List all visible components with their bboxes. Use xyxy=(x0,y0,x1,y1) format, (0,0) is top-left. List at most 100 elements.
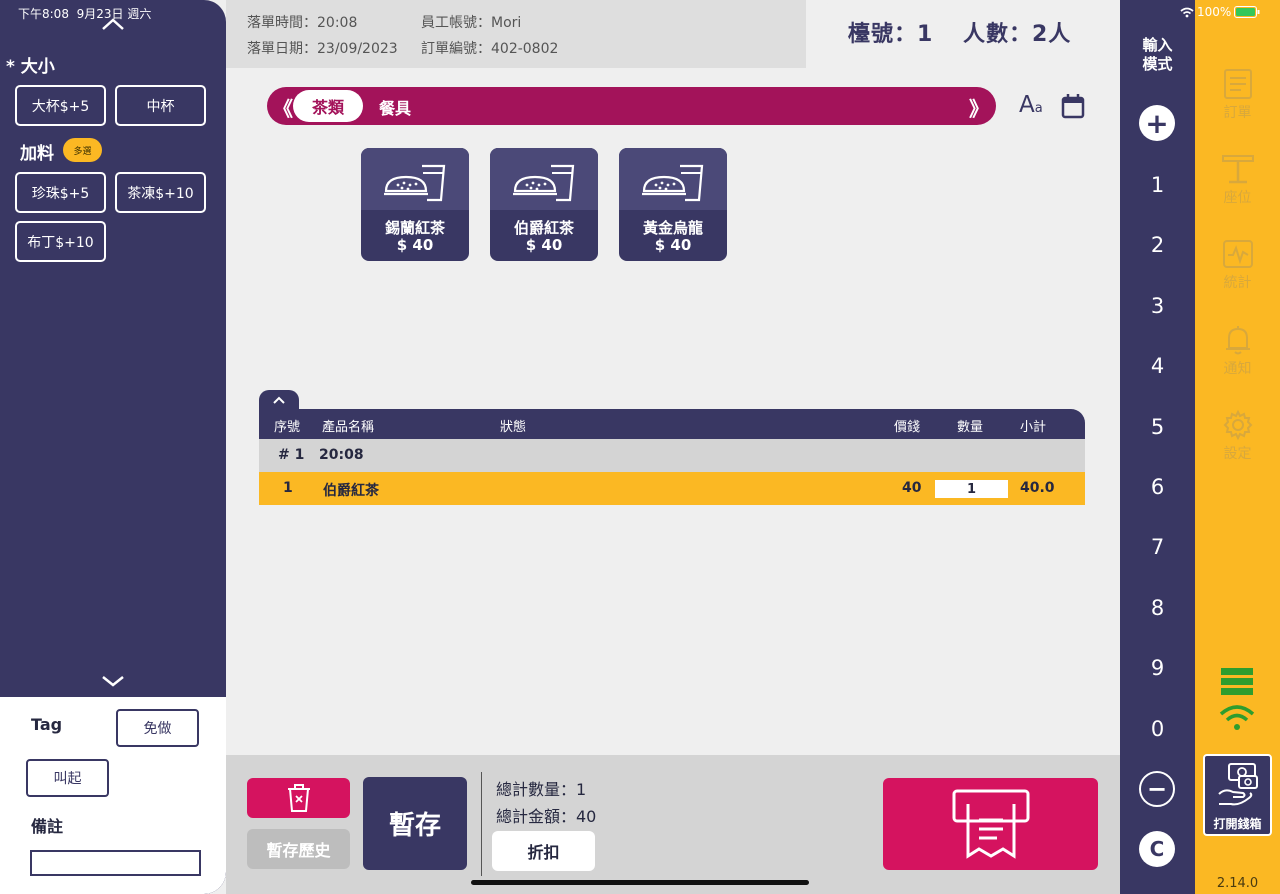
bell-icon xyxy=(1225,326,1250,355)
menu-notify-label: 通知 xyxy=(1223,361,1252,377)
key-1[interactable]: 1 xyxy=(1120,173,1195,197)
menu-seat-label: 座位 xyxy=(1223,190,1252,206)
font-size-icon[interactable]: Aa xyxy=(1019,92,1043,118)
trash-icon xyxy=(287,784,310,812)
meal-drink-icon xyxy=(513,164,575,202)
input-mode-label[interactable]: 輸入 模式 xyxy=(1120,36,1195,74)
size-title: * 大小 xyxy=(6,57,55,77)
product-name: 錫蘭紅茶 xyxy=(384,219,445,237)
row-price: 40 xyxy=(902,480,922,496)
number-keypad: 輸入 模式 + 1 2 3 4 5 6 7 8 9 0 − C xyxy=(1120,0,1195,894)
category-bar: 《 茶類 餐具 》 xyxy=(267,87,996,125)
col-status: 狀態 xyxy=(500,420,527,435)
group-number: # 1 xyxy=(278,447,305,463)
cashbox-label: 打開錢箱 xyxy=(1213,817,1262,831)
order-group-row[interactable]: # 1 20:08 xyxy=(259,439,1085,472)
meal-drink-icon xyxy=(642,164,704,202)
key-9[interactable]: 9 xyxy=(1120,656,1195,680)
menu-stats-label: 統計 xyxy=(1223,275,1252,291)
multi-select-badge: 多選 xyxy=(63,138,102,162)
tag-call-button[interactable]: 叫起 xyxy=(26,759,109,797)
product-card-ceylon[interactable]: 錫蘭紅茶 $ 40 xyxy=(361,148,469,261)
input-mode-line1: 輸入 xyxy=(1142,36,1173,54)
product-card-earl-grey[interactable]: 伯爵紅茶 $ 40 xyxy=(490,148,598,261)
product-name: 伯爵紅茶 xyxy=(513,219,574,237)
staff-account: 員工帳號：Mori xyxy=(421,15,522,31)
checkout-button[interactable] xyxy=(883,778,1098,870)
key-minus[interactable]: − xyxy=(1139,771,1175,807)
order-time: 落單時間：20:08 xyxy=(247,15,358,31)
discount-button[interactable]: 折扣 xyxy=(492,831,595,871)
menu-stats[interactable]: 統計 xyxy=(1195,238,1280,292)
meal-drink-icon xyxy=(384,164,446,202)
row-name: 伯爵紅茶 xyxy=(323,483,379,499)
tag-free-button[interactable]: 免做 xyxy=(116,709,199,747)
product-price: $ 40 xyxy=(654,236,692,254)
key-5[interactable]: 5 xyxy=(1120,415,1195,439)
col-name: 產品名稱 xyxy=(322,420,375,435)
chevron-up-icon[interactable] xyxy=(101,17,125,31)
order-icon xyxy=(1223,69,1252,99)
gear-icon xyxy=(1223,409,1252,441)
note-input[interactable] xyxy=(30,850,201,876)
key-6[interactable]: 6 xyxy=(1120,475,1195,499)
key-4[interactable]: 4 xyxy=(1120,354,1195,378)
tab-utensils[interactable]: 餐具 xyxy=(379,95,411,119)
hold-button[interactable]: 暫存 xyxy=(363,777,467,870)
size-option-medium[interactable]: 中杯 xyxy=(115,85,206,126)
menu-order-label: 訂單 xyxy=(1223,105,1252,121)
row-subtotal: 40.0 xyxy=(1020,480,1055,496)
total-amount: 總計金額：40 xyxy=(496,807,597,826)
topping-option-jelly[interactable]: 茶凍$+10 xyxy=(115,172,206,213)
note-label: 備註 xyxy=(31,817,64,836)
open-cashbox-button[interactable]: 打開錢箱 xyxy=(1203,754,1272,836)
product-price: $ 40 xyxy=(525,236,563,254)
table-icon xyxy=(1221,155,1254,184)
bottom-divider xyxy=(481,772,482,876)
guest-count: 人數：2人 xyxy=(963,22,1072,47)
size-option-large[interactable]: 大杯$+5 xyxy=(15,85,106,126)
menu-notify[interactable]: 通知 xyxy=(1195,324,1280,378)
row-qty-field[interactable]: 1 xyxy=(935,480,1008,498)
chevron-down-icon[interactable] xyxy=(101,674,125,688)
key-0[interactable]: 0 xyxy=(1120,717,1195,741)
hold-history-button[interactable]: 暫存歷史 xyxy=(247,829,350,869)
category-next-button[interactable]: 》 xyxy=(969,93,989,122)
menu-seat[interactable]: 座位 xyxy=(1195,153,1280,207)
key-2[interactable]: 2 xyxy=(1120,233,1195,257)
status-wifi-icon xyxy=(1180,7,1194,17)
cash-hand-icon xyxy=(1218,763,1258,806)
row-seq: 1 xyxy=(283,480,293,496)
key-3[interactable]: 3 xyxy=(1120,294,1195,318)
key-clear[interactable]: C xyxy=(1139,831,1175,867)
font-size-big: A xyxy=(1019,92,1035,118)
table-number: 檯號：1 xyxy=(848,22,934,47)
menu-settings-label: 設定 xyxy=(1223,446,1252,462)
tag-label: Tag xyxy=(31,715,63,734)
battery-icon xyxy=(1234,6,1260,18)
key-7[interactable]: 7 xyxy=(1120,535,1195,559)
category-prev-button[interactable]: 《 xyxy=(273,93,293,122)
font-size-small: a xyxy=(1034,101,1043,116)
key-8[interactable]: 8 xyxy=(1120,596,1195,620)
topping-option-pearl[interactable]: 珍珠$+5 xyxy=(15,172,106,213)
calendar-icon[interactable] xyxy=(1061,93,1085,119)
menu-order[interactable]: 訂單 xyxy=(1195,68,1280,122)
topping-option-pudding[interactable]: 布丁$+10 xyxy=(15,221,106,262)
key-plus[interactable]: + xyxy=(1139,105,1175,141)
product-name: 黃金烏龍 xyxy=(642,219,703,237)
col-price: 價錢 xyxy=(894,420,921,435)
battery-percent: 100% xyxy=(1197,5,1232,19)
product-price: $ 40 xyxy=(396,236,434,254)
app-version: 2.14.0 xyxy=(1216,876,1259,891)
tab-tea[interactable]: 茶類 xyxy=(293,90,363,122)
receipt-icon xyxy=(952,789,1029,859)
product-card-golden-oolong[interactable]: 黃金烏龍 $ 40 xyxy=(619,148,727,261)
menu-settings[interactable]: 設定 xyxy=(1195,409,1280,463)
order-table-header: 序號 產品名稱 狀態 價錢 數量 小計 xyxy=(259,409,1085,439)
table-row[interactable]: 1 伯爵紅茶 40 1 40.0 xyxy=(259,472,1085,505)
topping-title: 加料 xyxy=(20,144,54,164)
total-quantity: 總計數量：1 xyxy=(496,780,587,799)
chevron-up-icon xyxy=(273,396,285,404)
delete-button[interactable] xyxy=(247,778,350,818)
